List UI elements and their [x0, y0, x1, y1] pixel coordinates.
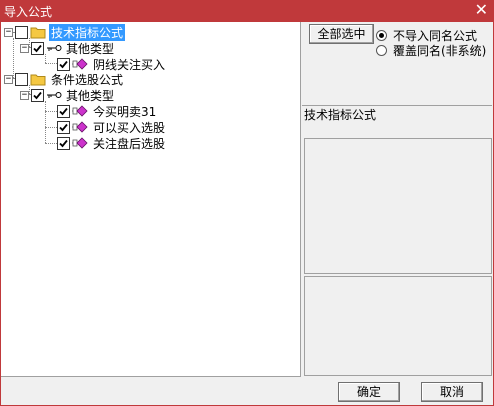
- options-pane: 全部选中 不导入同名公式 覆盖同名(非系统) 技术指标公式: [302, 22, 493, 377]
- tree-checkbox[interactable]: [15, 25, 28, 39]
- info-group-label: 技术指标公式: [304, 108, 377, 122]
- tree-node-label[interactable]: 关注盘后选股: [91, 135, 167, 152]
- tree-checkbox[interactable]: [57, 104, 70, 118]
- select-all-button[interactable]: 全部选中: [309, 24, 374, 44]
- key-icon: [47, 45, 62, 51]
- radio-overwrite[interactable]: 覆盖同名(非系统): [376, 42, 486, 59]
- tree-connector: [45, 101, 46, 143]
- tree-node-label[interactable]: 技术指标公式: [49, 23, 126, 41]
- window-title: 导入公式: [4, 5, 53, 19]
- formula-description-panel: [304, 138, 492, 274]
- formula-parameters-panel: [304, 276, 492, 376]
- tree-node-stock-screening[interactable]: − 条件选股公式: [4, 71, 125, 87]
- formula-tree[interactable]: − 技术指标公式 − 其他类型 阴线关注买入 − 条件选股公式 − 其他类型 今…: [1, 22, 301, 377]
- radio-button[interactable]: [376, 30, 387, 41]
- tree-connector: [45, 143, 57, 144]
- tree-checkbox[interactable]: [31, 41, 44, 55]
- ok-button[interactable]: 确定: [338, 382, 400, 402]
- checkmark-icon: [33, 91, 42, 99]
- tree-node-label[interactable]: 今买明卖31: [91, 103, 158, 120]
- folder-icon: [30, 27, 46, 38]
- radio-label: 覆盖同名(非系统): [393, 44, 487, 58]
- tree-node-label[interactable]: 其他类型: [64, 87, 116, 104]
- tree-node-other-types[interactable]: − 其他类型: [20, 40, 116, 56]
- checkmark-icon: [59, 139, 68, 147]
- collapse-toggle[interactable]: −: [4, 74, 13, 84]
- tree-node-other-types[interactable]: − 其他类型: [20, 87, 116, 103]
- checkmark-icon: [59, 123, 68, 131]
- collapse-toggle[interactable]: −: [4, 27, 13, 37]
- tree-leaf-formula[interactable]: 今买明卖31: [57, 103, 158, 119]
- tree-node-label[interactable]: 条件选股公式: [49, 71, 125, 88]
- tree-connector: [45, 127, 57, 128]
- radio-button[interactable]: [376, 45, 387, 56]
- key-icon: [47, 92, 62, 98]
- tree-node-label[interactable]: 其他类型: [64, 40, 116, 57]
- formula-icon: [72, 121, 88, 133]
- collapse-toggle[interactable]: −: [20, 90, 29, 100]
- tree-checkbox[interactable]: [57, 136, 70, 150]
- title-bar: 导入公式 ✕: [0, 0, 494, 22]
- tree-node-tech-indicators[interactable]: − 技术指标公式: [4, 23, 126, 41]
- checkmark-icon: [33, 44, 42, 52]
- close-icon[interactable]: ✕: [475, 1, 488, 19]
- tree-checkbox[interactable]: [57, 120, 70, 134]
- formula-icon: [72, 137, 88, 149]
- tree-leaf-formula[interactable]: 可以买入选股: [57, 119, 167, 135]
- tree-node-label[interactable]: 可以买入选股: [91, 119, 167, 136]
- tree-connector: [45, 63, 57, 64]
- cancel-button[interactable]: 取消: [421, 382, 483, 402]
- tree-checkbox[interactable]: [15, 72, 28, 86]
- tree-checkbox[interactable]: [31, 88, 44, 102]
- tree-checkbox[interactable]: [57, 57, 70, 71]
- folder-icon: [30, 74, 46, 85]
- checkmark-icon: [59, 107, 68, 115]
- tree-leaf-formula[interactable]: 关注盘后选股: [57, 135, 167, 151]
- formula-icon: [72, 58, 88, 70]
- radio-dot: [379, 33, 384, 38]
- checkmark-icon: [59, 60, 68, 68]
- formula-icon: [72, 105, 88, 117]
- tree-connector: [45, 111, 57, 112]
- collapse-toggle[interactable]: −: [20, 43, 29, 53]
